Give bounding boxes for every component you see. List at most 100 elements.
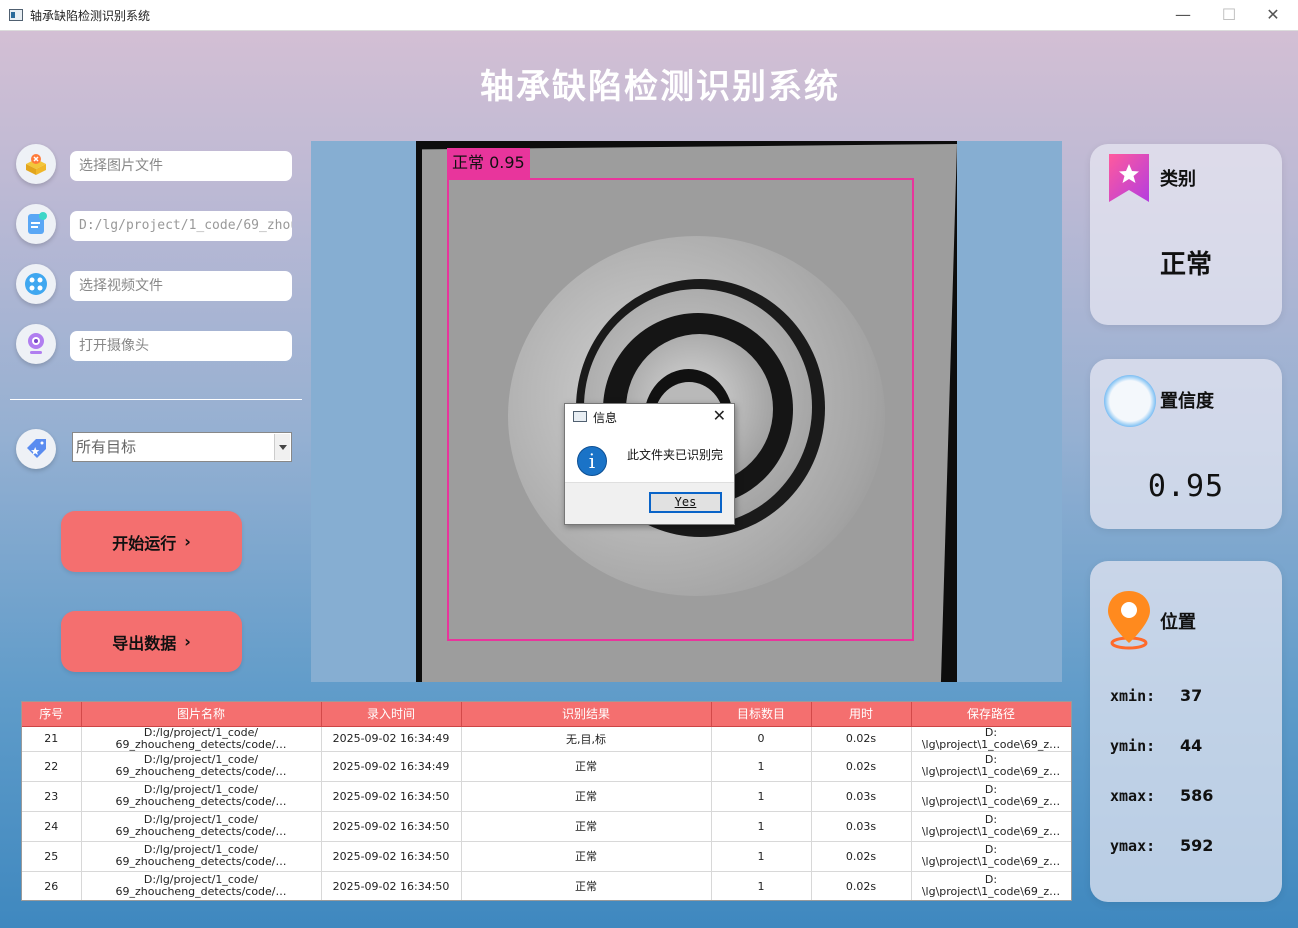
- cell-id: 24: [22, 811, 82, 842]
- cell-count: 0: [711, 726, 812, 752]
- confidence-value: 0.95: [1147, 469, 1225, 504]
- xmin-label: xmin:: [1110, 687, 1156, 705]
- export-button[interactable]: 导出数据 ›: [61, 611, 242, 672]
- position-card: 位置 xmin: 37 ymin: 44 xmax: 586 ymax: 592: [1090, 561, 1282, 902]
- confidence-title: 置信度: [1160, 391, 1214, 412]
- cell-name: D:/lg/project/1_code/ 69_zhoucheng_detec…: [81, 871, 322, 900]
- cell-path: D: \lg\project\1_code\69_z…: [911, 841, 1071, 872]
- tag-icon: [16, 429, 56, 469]
- category-title: 类别: [1160, 169, 1196, 190]
- video-file-icon[interactable]: [16, 264, 56, 304]
- minimize-button[interactable]: —: [1160, 0, 1206, 30]
- cell-result: 正常: [461, 751, 712, 782]
- cell-path: D: \lg\project\1_code\69_z…: [911, 751, 1071, 782]
- table-row[interactable]: 21 D:/lg/project/1_code/ 69_zhoucheng_de…: [22, 726, 1071, 752]
- cell-id: 25: [22, 841, 82, 872]
- xmin-row: xmin: 37: [1110, 686, 1202, 705]
- chevron-right-icon: ›: [184, 532, 191, 551]
- bookmark-star-icon: [1109, 154, 1149, 202]
- cell-count: 1: [711, 841, 812, 872]
- target-select[interactable]: 所有目标: [72, 432, 292, 462]
- table-row[interactable]: 24 D:/lg/project/1_code/ 69_zhoucheng_de…: [22, 811, 1071, 842]
- cell-count: 1: [711, 751, 812, 782]
- run-button-label: 开始运行: [112, 533, 177, 553]
- ymin-value: 44: [1180, 736, 1203, 755]
- cell-count: 1: [711, 781, 812, 812]
- col-header-cost[interactable]: 用时: [811, 702, 912, 727]
- dialog-yes-button[interactable]: Yes: [649, 492, 722, 513]
- video-file-field[interactable]: 选择视频文件: [70, 271, 292, 301]
- detection-label: 正常 0.95: [447, 148, 530, 178]
- category-value: 正常: [1159, 250, 1212, 280]
- category-card: 类别 正常: [1090, 144, 1282, 325]
- location-pin-icon: [1108, 591, 1150, 650]
- left-divider: [10, 399, 302, 400]
- camera-field[interactable]: 打开摄像头: [70, 331, 292, 361]
- position-title: 位置: [1160, 612, 1196, 633]
- cell-name: D:/lg/project/1_code/ 69_zhoucheng_detec…: [81, 726, 322, 752]
- image-file-icon[interactable]: [16, 144, 56, 184]
- camera-icon[interactable]: [16, 324, 56, 364]
- ymax-label: ymax:: [1110, 837, 1156, 855]
- xmax-row: xmax: 586: [1110, 786, 1213, 805]
- cell-path: D: \lg\project\1_code\69_z…: [911, 811, 1071, 842]
- export-button-label: 导出数据: [112, 633, 177, 653]
- cell-result: 正常: [461, 781, 712, 812]
- col-header-count[interactable]: 目标数目: [711, 702, 812, 727]
- cell-result: 正常: [461, 811, 712, 842]
- page-title: 轴承缺陷检测识别系统: [480, 67, 840, 107]
- cell-result: 正常: [461, 841, 712, 872]
- dialog-app-icon: [573, 411, 587, 422]
- cell-id: 21: [22, 726, 82, 752]
- run-button[interactable]: 开始运行 ›: [61, 511, 242, 572]
- window-titlebar: 轴承缺陷检测识别系统 — ☐ ✕: [0, 0, 1298, 31]
- table-row[interactable]: 23 D:/lg/project/1_code/ 69_zhoucheng_de…: [22, 781, 1071, 812]
- folder-path-field[interactable]: D:/lg/project/1_code/69_zhoucheng_detect…: [70, 211, 292, 241]
- cell-cost: 0.03s: [811, 781, 912, 812]
- dialog-footer: Yes: [565, 482, 734, 524]
- cell-time: 2025-09-02 16:34:49: [321, 726, 462, 752]
- cell-name: D:/lg/project/1_code/ 69_zhoucheng_detec…: [81, 781, 322, 812]
- ymax-row: ymax: 592: [1110, 836, 1213, 855]
- confidence-card: 置信度 0.95: [1090, 359, 1282, 529]
- app-icon: [9, 9, 23, 21]
- cell-name: D:/lg/project/1_code/ 69_zhoucheng_detec…: [81, 811, 322, 842]
- folder-icon[interactable]: [16, 204, 56, 244]
- cell-count: 1: [711, 871, 812, 900]
- cell-result: 无,目,标: [461, 726, 712, 752]
- cell-path: D: \lg\project\1_code\69_z…: [911, 726, 1071, 752]
- info-icon: i: [577, 446, 607, 476]
- xmax-value: 586: [1180, 786, 1214, 805]
- cell-name: D:/lg/project/1_code/ 69_zhoucheng_detec…: [81, 751, 322, 782]
- dialog-title: 信息: [593, 411, 618, 425]
- image-file-field[interactable]: 选择图片文件: [70, 151, 292, 181]
- ymin-row: ymin: 44: [1110, 736, 1202, 755]
- col-header-result[interactable]: 识别结果: [461, 702, 712, 727]
- maximize-button[interactable]: ☐: [1206, 0, 1252, 30]
- dialog-close-button[interactable]: ✕: [713, 406, 726, 425]
- cell-id: 26: [22, 871, 82, 900]
- cell-id: 23: [22, 781, 82, 812]
- cell-cost: 0.02s: [811, 871, 912, 900]
- close-window-button[interactable]: ✕: [1250, 0, 1296, 30]
- table-row[interactable]: 22 D:/lg/project/1_code/ 69_zhoucheng_de…: [22, 751, 1071, 782]
- cell-time: 2025-09-02 16:34:49: [321, 751, 462, 782]
- ymin-label: ymin:: [1110, 737, 1156, 755]
- cell-time: 2025-09-02 16:34:50: [321, 841, 462, 872]
- xmax-label: xmax:: [1110, 787, 1156, 805]
- col-header-id[interactable]: 序号: [22, 702, 82, 727]
- window-title: 轴承缺陷检测识别系统: [30, 9, 151, 23]
- results-table[interactable]: 序号 图片名称 录入时间 识别结果 目标数目 用时 保存路径 21 D:/lg/…: [21, 701, 1072, 901]
- col-header-path[interactable]: 保存路径: [911, 702, 1071, 727]
- cell-count: 1: [711, 811, 812, 842]
- chevron-down-icon[interactable]: [274, 434, 290, 460]
- confidence-orb-icon: [1104, 375, 1156, 427]
- cell-time: 2025-09-02 16:34:50: [321, 781, 462, 812]
- cell-cost: 0.02s: [811, 751, 912, 782]
- target-select-value: 所有目标: [76, 438, 137, 456]
- col-header-time[interactable]: 录入时间: [321, 702, 462, 727]
- table-row[interactable]: 25 D:/lg/project/1_code/ 69_zhoucheng_de…: [22, 841, 1071, 872]
- app-main: 轴承缺陷检测识别系统 选择图片文件 D:/lg/project/1_code/6…: [0, 31, 1298, 928]
- table-row[interactable]: 26 D:/lg/project/1_code/ 69_zhoucheng_de…: [22, 871, 1071, 900]
- col-header-name[interactable]: 图片名称: [81, 702, 322, 727]
